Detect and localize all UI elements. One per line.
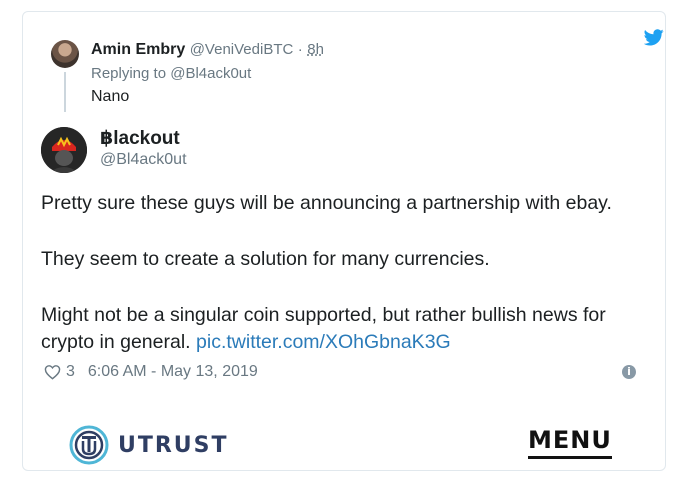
tweet-timestamp[interactable]: 6:06 AM - May 13, 2019 <box>88 362 258 382</box>
tweet-meta-row: 3 6:06 AM - May 13, 2019 <box>44 362 258 382</box>
tweet-paragraph-1: Pretty sure these guys will be announcin… <box>41 192 612 214</box>
reply-author-name[interactable]: Amin Embry <box>91 41 185 58</box>
avatar-image <box>41 127 87 173</box>
tweet-media-link[interactable]: pic.twitter.com/XOhGbnaK3G <box>196 331 451 353</box>
menu-button[interactable]: MENU <box>528 426 612 459</box>
tweet-paragraph-3-text: crypto in general. <box>41 331 191 353</box>
utrust-logo-icon <box>69 425 109 465</box>
tweet-paragraph-2: They seem to create a solution for many … <box>41 248 490 270</box>
reply-author-avatar[interactable] <box>51 40 79 68</box>
main-author-avatar[interactable] <box>41 127 87 173</box>
utrust-brand-name: UTRUST <box>118 432 229 458</box>
main-author-handle[interactable]: @Bl4ack0ut <box>100 150 187 170</box>
reply-separator: · <box>297 41 303 58</box>
info-icon[interactable]: i <box>622 365 636 379</box>
reply-author-handle[interactable]: @VeniVediBTC <box>190 41 294 58</box>
like-count[interactable]: 3 <box>66 362 75 382</box>
twitter-bird-icon[interactable] <box>644 29 664 46</box>
reply-time[interactable]: 8h <box>307 41 324 58</box>
main-author-name[interactable]: ฿lackout <box>100 127 180 151</box>
thread-connector-line <box>64 72 66 112</box>
tweet-paragraph-3-line-1: Might not be a singular coin supported, … <box>41 304 606 326</box>
replying-to-label[interactable]: Replying to @Bl4ack0ut <box>91 64 251 84</box>
utrust-brand[interactable]: UTRUST <box>68 424 229 466</box>
reply-tweet-text: Nano <box>91 88 130 105</box>
heart-icon[interactable] <box>44 364 61 380</box>
reply-author-line: Amin Embry @VeniVediBTC · 8h <box>91 40 324 60</box>
tweet-paragraph-3-line-2: crypto in general. pic.twitter.com/XOhGb… <box>41 329 641 356</box>
